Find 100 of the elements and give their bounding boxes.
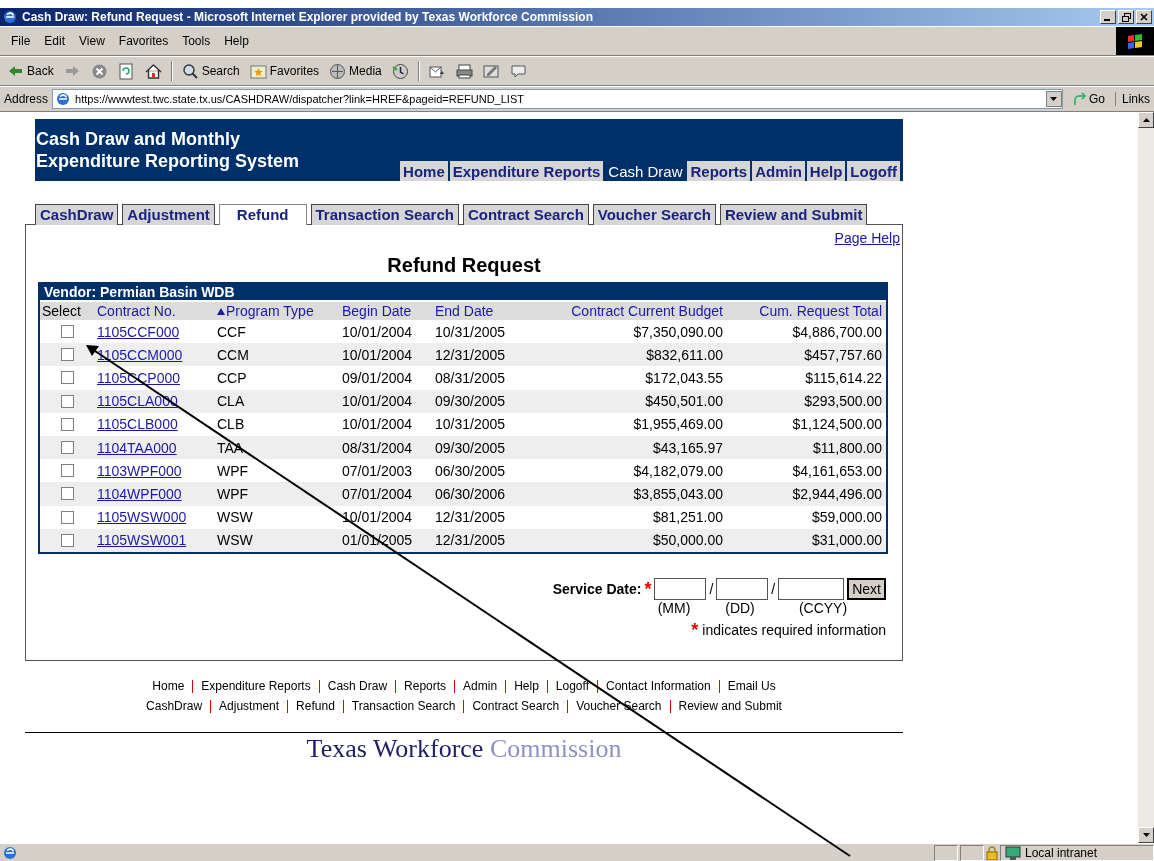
table-cell-text: $7,350,090.00 xyxy=(632,323,724,340)
select-checkbox[interactable] xyxy=(61,533,74,547)
date-input-field[interactable] xyxy=(716,577,769,600)
footer-link[interactable]: Refund xyxy=(296,699,335,713)
nav-tab[interactable]: Help xyxy=(806,161,846,181)
contract-link[interactable]: 1105WSW001 xyxy=(95,532,215,549)
dropdown-button[interactable] xyxy=(1045,91,1062,107)
contract-link[interactable]: 1105CCF000 xyxy=(95,323,215,340)
favorites-button[interactable]: Favorites xyxy=(246,62,323,80)
table-cell-text: 09/30/2005 xyxy=(434,439,507,456)
nav-tab[interactable]: Admin xyxy=(752,161,805,181)
close-button[interactable] xyxy=(1136,10,1152,24)
contract-link[interactable]: 1105CLB000 xyxy=(95,416,215,433)
vertical-scrollbar[interactable] xyxy=(1138,112,1154,843)
tab[interactable]: CashDraw xyxy=(35,204,119,225)
menu-item[interactable]: Edit xyxy=(37,34,73,48)
table-cell-text: $2,944,496.00 xyxy=(791,485,883,502)
table-cell-text: 09/01/2004 xyxy=(341,369,414,386)
column-header[interactable]: End Date xyxy=(433,303,525,319)
footer-link[interactable]: Admin xyxy=(463,679,498,693)
restore-button[interactable] xyxy=(1118,10,1134,24)
tab[interactable]: Transaction Search xyxy=(310,204,459,225)
table-cell-text: $4,886,700.00 xyxy=(791,323,883,340)
column-header[interactable]: Contract No. xyxy=(95,303,215,319)
contract-link[interactable]: 1105WSW000 xyxy=(95,509,215,526)
select-checkbox[interactable] xyxy=(61,487,74,501)
tab[interactable]: Contract Search xyxy=(462,204,589,225)
table-cell-text: 10/01/2004 xyxy=(341,416,414,433)
minimize-button[interactable] xyxy=(1100,10,1116,24)
links-button[interactable]: Links xyxy=(1115,92,1150,106)
column-header[interactable]: Program Type xyxy=(215,303,340,319)
tab[interactable]: Review and Submit xyxy=(719,204,868,225)
printer-icon xyxy=(455,62,473,80)
tab[interactable]: Adjustment xyxy=(122,204,215,225)
window-title: Cash Draw: Refund Request - Microsoft Internet Explorer provided by Texas Workforce Commission xyxy=(22,10,594,24)
tab[interactable]: Voucher Search xyxy=(592,204,716,225)
table-cell-text: $3,855,043.00 xyxy=(632,485,724,502)
media-button[interactable]: Media xyxy=(326,62,385,80)
select-checkbox[interactable] xyxy=(61,394,74,408)
footer-link[interactable]: Logoff xyxy=(555,679,589,693)
footer-link[interactable]: Review and Submit xyxy=(678,699,782,713)
flag-icon xyxy=(1126,33,1144,49)
footer-link[interactable]: Voucher Search xyxy=(576,699,662,713)
table-cell-text: $50,000.00 xyxy=(651,532,724,549)
menu-item[interactable]: Favorites xyxy=(111,34,176,48)
contract-link[interactable]: 1104TAA000 xyxy=(95,439,215,456)
table-cell-text: 10/31/2005 xyxy=(434,416,507,433)
nav-tab[interactable]: Logoff xyxy=(847,161,900,181)
footer-link[interactable]: CashDraw xyxy=(146,699,203,713)
table-cell-text: $293,500.00 xyxy=(803,393,883,410)
curved-arrow-icon xyxy=(1072,92,1087,106)
footer-link[interactable]: Transaction Search xyxy=(351,699,456,713)
menu-item[interactable]: Tools xyxy=(175,34,218,48)
footer-link[interactable]: Reports xyxy=(404,679,447,693)
menu-item[interactable]: File xyxy=(4,34,38,48)
select-checkbox[interactable] xyxy=(61,510,74,524)
menu-item[interactable]: View xyxy=(72,34,112,48)
column-header[interactable]: Cum. Request Total xyxy=(725,303,884,319)
nav-tab[interactable]: Home xyxy=(400,161,448,181)
search-button[interactable]: Search xyxy=(178,62,243,80)
page-help-link[interactable]: Page Help xyxy=(834,230,900,246)
footer-link[interactable]: Expenditure Reports xyxy=(201,679,311,693)
status-pane xyxy=(934,845,958,861)
footer-link[interactable]: Home xyxy=(152,679,185,693)
table-cell-text: 10/01/2004 xyxy=(341,346,414,363)
footer-link[interactable]: Contact Information xyxy=(605,679,711,693)
table-cell-text: WPF xyxy=(216,462,250,479)
tab[interactable]: Refund xyxy=(218,204,307,225)
select-checkbox[interactable] xyxy=(61,417,74,431)
required-note: indicates required information xyxy=(702,621,886,638)
table-cell-text: $450,501.00 xyxy=(644,393,724,410)
select-checkbox[interactable] xyxy=(61,441,74,455)
table-cell-text: 06/30/2005 xyxy=(434,462,507,479)
go-button[interactable]: Go xyxy=(1066,92,1111,106)
contract-link[interactable]: 1104WPF000 xyxy=(95,485,215,502)
date-input-field[interactable] xyxy=(654,577,707,600)
back-button[interactable]: Back xyxy=(4,62,57,80)
scroll-up-icon xyxy=(1142,118,1150,122)
address-field[interactable]: https://wwwtest.twc.state.tx.us/CASHDRAW/dispatcher?link=HREF&pageid=REFUND_LIST xyxy=(52,89,1063,109)
select-checkbox[interactable] xyxy=(61,325,74,339)
select-checkbox[interactable] xyxy=(61,464,74,478)
contract-link[interactable]: 1105CCM000 xyxy=(95,346,215,363)
column-header[interactable]: Contract Current Budget xyxy=(525,303,725,319)
date-input-field[interactable] xyxy=(778,577,845,600)
footer-link[interactable]: Adjustment xyxy=(219,699,280,713)
nav-tab[interactable]: Reports xyxy=(687,161,751,181)
select-checkbox[interactable] xyxy=(61,348,74,362)
footer-link[interactable]: Help xyxy=(514,679,539,693)
menu-item[interactable]: Help xyxy=(217,34,256,48)
select-checkbox[interactable] xyxy=(61,371,74,385)
contract-link[interactable]: 1103WPF000 xyxy=(95,462,215,479)
restore-icon xyxy=(1121,12,1131,22)
footer-link[interactable]: Contract Search xyxy=(472,699,560,713)
browser-icon xyxy=(2,9,18,25)
footer-link[interactable]: Cash Draw xyxy=(327,679,388,693)
next-button[interactable]: Next xyxy=(847,577,886,600)
nav-tab[interactable]: Expenditure Reports xyxy=(449,161,604,181)
column-header[interactable]: Begin Date xyxy=(340,303,433,319)
footer-link[interactable]: Email Us xyxy=(727,679,776,693)
page-icon xyxy=(55,91,72,107)
